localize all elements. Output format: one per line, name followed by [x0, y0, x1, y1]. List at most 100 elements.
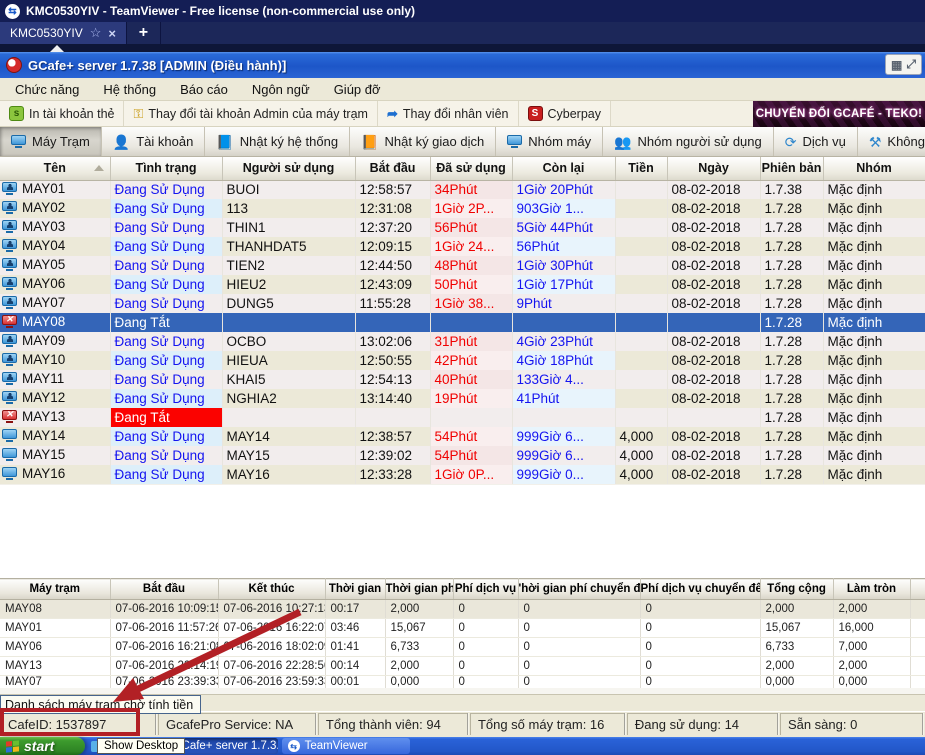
favorite-star-icon[interactable]: ☆ — [90, 25, 102, 41]
column-header-used[interactable]: Đã sử dụng — [430, 157, 512, 180]
column-header-remaining[interactable]: Còn lại — [512, 157, 615, 180]
column-header-money[interactable]: Tiền — [615, 157, 667, 180]
billing-column-header[interactable] — [910, 579, 925, 600]
station-row[interactable]: MAY16Đang Sử DụngMAY1612:33:281Giờ 0P...… — [0, 465, 925, 484]
cell-date: 08-02-2018 — [667, 180, 760, 199]
toolbar-button[interactable]: SCyberpay — [519, 101, 612, 126]
station-row[interactable]: MAY15Đang Sử DụngMAY1512:39:0254Phút999G… — [0, 446, 925, 465]
billing-cell: 0 — [640, 600, 760, 619]
billing-column-header[interactable]: Bắt đầu — [110, 579, 218, 600]
station-row[interactable]: MAY12Đang Sử DụngNGHIA213:14:4019Phút41P… — [0, 389, 925, 408]
tab-close-icon[interactable]: × — [108, 26, 116, 41]
nav-tab-nhóm-người-sử-dụng[interactable]: 👥Nhóm người sử dụng — [603, 127, 774, 156]
billing-column-header[interactable]: Làm tròn — [833, 579, 910, 600]
billing-column-header[interactable]: Phí dịch vụ chuyển đến — [640, 579, 760, 600]
nav-tab-tài-khoản[interactable]: 👤Tài khoản — [102, 127, 206, 156]
cell-money — [615, 199, 667, 218]
station-row[interactable]: MAY04Đang Sử DụngTHANHDAT512:09:151Giờ 2… — [0, 237, 925, 256]
billing-cell: 07-06-2016 23:59:33 — [218, 676, 325, 689]
remote-window-controls[interactable]: ▦ ⤢ — [885, 54, 922, 75]
billing-column-header[interactable]: Tổng cộng — [760, 579, 833, 600]
cell-start: 12:09:15 — [355, 237, 430, 256]
station-row[interactable]: MAY10Đang Sử DụngHIEUA12:50:5542Phút4Giờ… — [0, 351, 925, 370]
billing-row[interactable]: MAY0107-06-2016 11:57:2607-06-2016 16:22… — [0, 619, 925, 638]
station-row[interactable]: MAY11Đang Sử DụngKHAI512:54:1340Phút133G… — [0, 370, 925, 389]
station-name-label: MAY06 — [22, 276, 65, 291]
billing-column-header[interactable]: Thời gian — [325, 579, 385, 600]
cell-user: NGHIA2 — [222, 389, 355, 408]
cell-name: MAY01 — [0, 180, 110, 199]
nav-tab-nhật-ký-giao-dịch[interactable]: 📙Nhật ký giao dịch — [350, 127, 496, 156]
taskbar-button-label: TeamViewer — [305, 740, 368, 752]
session-tab[interactable]: KMC0530YIV ☆ × — [0, 22, 127, 44]
station-name-label: MAY05 — [22, 257, 65, 272]
billing-column-header[interactable]: Thời gian phí — [385, 579, 453, 600]
nav-tab-nhật-ký-hệ-thống[interactable]: 📘Nhật ký hệ thống — [205, 127, 350, 156]
menu-item[interactable]: Ngôn ngữ — [241, 80, 321, 99]
toolbar-button[interactable]: ➦Thay đổi nhân viên — [378, 101, 519, 126]
billing-row[interactable]: MAY0707-06-2016 23:39:3307-06-2016 23:59… — [0, 676, 925, 689]
billing-column-header[interactable]: Kết thúc — [218, 579, 325, 600]
billing-cell: 2,000 — [833, 600, 910, 619]
taskbar-button-teamviewer[interactable]: ⇆TeamViewer — [282, 738, 410, 754]
nav-tab-nhóm-máy[interactable]: Nhóm máy — [496, 127, 603, 156]
cell-group: Mặc định — [823, 465, 925, 484]
station-row[interactable]: MAY07Đang Sử DụngDUNG511:55:281Giờ 38...… — [0, 294, 925, 313]
cell-date: 08-02-2018 — [667, 389, 760, 408]
menu-item[interactable]: Giúp đỡ — [323, 80, 392, 99]
monitor-user-icon — [2, 296, 17, 309]
cell-group: Mặc định — [823, 275, 925, 294]
column-header-group[interactable]: Nhóm — [823, 157, 925, 180]
cell-status: Đang Tắt — [110, 313, 222, 332]
station-row[interactable]: MAY01Đang Sử DụngBUOI12:58:5734Phút1Giờ … — [0, 180, 925, 199]
billing-column-header[interactable]: Máy trạm — [0, 579, 110, 600]
start-button[interactable]: start — [0, 737, 85, 755]
fullscreen-icon[interactable]: ⤢ — [906, 57, 916, 72]
column-header-version[interactable]: Phiên bản — [760, 157, 823, 180]
cell-name: ✕MAY08 — [0, 313, 110, 332]
billing-row[interactable]: MAY0807-06-2016 10:09:1507-06-2016 10:27… — [0, 600, 925, 619]
cell-start: 12:31:08 — [355, 199, 430, 218]
station-name-label: MAY08 — [22, 314, 65, 329]
nav-tab-dịch-vụ[interactable]: ⟳Dịch vụ — [774, 127, 858, 156]
station-row[interactable]: ✕MAY08Đang Tắt1.7.28Mặc định — [0, 313, 925, 332]
column-header-date[interactable]: Ngày — [667, 157, 760, 180]
column-header-user[interactable]: Người sử dụng — [222, 157, 355, 180]
menu-item[interactable]: Báo cáo — [169, 80, 239, 99]
nav-tab-không-chế-ứng-dụng[interactable]: ⚒Không chế ứng dụng — [858, 127, 925, 156]
cell-remaining: 56Phút — [512, 237, 615, 256]
cell-name: MAY06 — [0, 275, 110, 294]
grid-icon[interactable]: ▦ — [891, 58, 902, 72]
billing-cell: 07-06-2016 18:02:09 — [218, 638, 325, 657]
station-name: MAY03 — [2, 219, 65, 234]
taskbar-button-label: GCafe+ server 1.7.3... — [173, 740, 278, 752]
cell-user: BUOI — [222, 180, 355, 199]
cell-money — [615, 313, 667, 332]
gcafe-teko-banner[interactable]: CHUYỂN ĐỔI GCAFÉ - TEKO! — [753, 101, 925, 127]
station-row[interactable]: MAY14Đang Sử DụngMAY1412:38:5754Phút999G… — [0, 427, 925, 446]
status-panel: Đang sử dụng: 14 — [627, 713, 779, 735]
column-header-status[interactable]: Tình trạng — [110, 157, 222, 180]
station-row[interactable]: MAY06Đang Sử DụngHIEU212:43:0950Phút1Giờ… — [0, 275, 925, 294]
billing-cell: 0 — [518, 638, 640, 657]
station-name: MAY15 — [2, 447, 65, 462]
menu-item[interactable]: Chức năng — [4, 80, 90, 99]
billing-row[interactable]: MAY0607-06-2016 16:21:0807-06-2016 18:02… — [0, 638, 925, 657]
station-row[interactable]: MAY09Đang Sử DụngOCBO13:02:0631Phút4Giờ … — [0, 332, 925, 351]
toolbar-button[interactable]: ⚿Thay đổi tài khoản Admin của máy trạm — [124, 101, 377, 126]
column-header-start[interactable]: Bắt đầu — [355, 157, 430, 180]
service-icon: ⟳ — [785, 135, 797, 149]
menu-item[interactable]: Hệ thống — [92, 80, 167, 99]
station-row[interactable]: MAY03Đang Sử DụngTHIN112:37:2056Phút5Giờ… — [0, 218, 925, 237]
column-header-name[interactable]: Tên — [0, 157, 110, 180]
toolbar-button[interactable]: sIn tài khoản thẻ — [0, 101, 124, 126]
new-tab-button[interactable]: + — [127, 22, 161, 44]
billing-column-header[interactable]: 'hời gian phí chuyển đế — [518, 579, 640, 600]
nav-tab-máy-trạm[interactable]: Máy Trạm — [0, 127, 102, 156]
billing-row[interactable]: MAY1307-06-2016 22:14:1907-06-2016 22:28… — [0, 657, 925, 676]
station-row[interactable]: ✕MAY13Đang Tắt1.7.28Mặc định — [0, 408, 925, 427]
station-row[interactable]: MAY05Đang Sử DụngTIEN212:44:5048Phút1Giờ… — [0, 256, 925, 275]
station-row[interactable]: MAY02Đang Sử Dụng11312:31:081Giờ 2P...90… — [0, 199, 925, 218]
billing-column-header[interactable]: Phí dịch vụ — [453, 579, 518, 600]
cell-name: MAY15 — [0, 446, 110, 465]
